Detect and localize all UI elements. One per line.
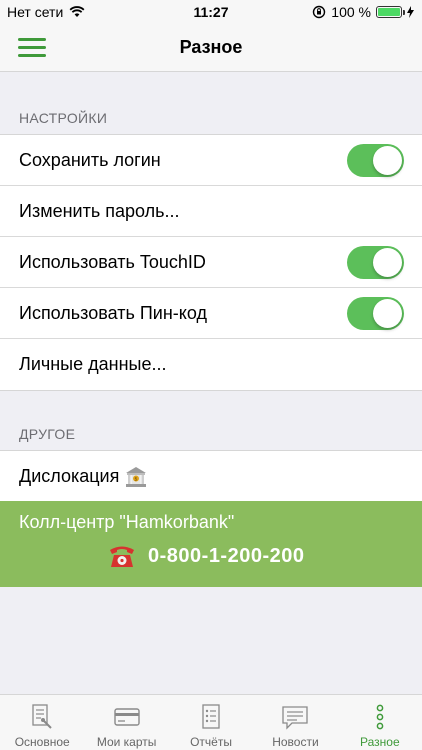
touchid-toggle[interactable]: [347, 246, 404, 279]
tab-reports[interactable]: Отчёты: [169, 695, 253, 750]
call-center-phone-row[interactable]: 0-800-1-200-200: [108, 543, 305, 569]
dislocation-label: Дислокация: [19, 466, 120, 486]
tab-main-label: Основное: [14, 735, 70, 749]
charging-icon: [407, 6, 414, 18]
section-header-settings: НАСТРОЙКИ: [19, 110, 108, 126]
more-dots-icon: [376, 704, 384, 730]
tab-my-cards-label: Мои карты: [96, 735, 157, 749]
report-icon: [202, 704, 220, 729]
change-password-label: Изменить пароль...: [19, 200, 180, 221]
tab-news-label: Новости: [272, 735, 319, 749]
tab-my-cards[interactable]: Мои карты: [84, 695, 168, 750]
tab-news[interactable]: Новости: [253, 695, 337, 750]
battery-icon: [376, 6, 405, 18]
touchid-row: Использовать TouchID: [0, 237, 422, 288]
touchid-label: Использовать TouchID: [19, 251, 206, 272]
personal-data-row[interactable]: Личные данные...: [0, 339, 422, 390]
status-bar: Нет сети 11:27 100 %: [0, 0, 422, 24]
news-icon: [282, 706, 309, 730]
settings-group: Сохранить логин Изменить пароль... Испол…: [0, 134, 422, 391]
navigation-bar: Разное: [0, 24, 422, 72]
tab-reports-label: Отчёты: [190, 735, 232, 749]
status-right: 100 %: [312, 4, 414, 20]
section-header-other: ДРУГОЕ: [19, 426, 76, 442]
pin-code-row: Использовать Пин-код: [0, 288, 422, 339]
dislocation-row[interactable]: Дислокация $: [0, 451, 422, 502]
save-login-label: Сохранить логин: [19, 149, 161, 170]
call-center-phone: 0-800-1-200-200: [148, 544, 305, 567]
rotation-lock-icon: [313, 5, 326, 19]
save-login-toggle[interactable]: [347, 144, 404, 177]
page-title: Разное: [179, 37, 243, 57]
pin-code-toggle[interactable]: [347, 297, 404, 330]
personal-data-label: Личные данные...: [19, 354, 167, 374]
telephone-icon: [110, 546, 134, 567]
battery-percent: 100 %: [331, 4, 371, 20]
call-center-title: Колл-центр "Hamkorbank": [19, 512, 235, 532]
other-group: Дислокация $: [0, 450, 422, 503]
call-center-banner[interactable]: Колл-центр "Hamkorbank" 0-800-1-200-200: [0, 501, 422, 587]
tab-bar: Основное Мои карты Отчёты Новости Разное: [0, 694, 422, 750]
battery-level: [378, 8, 400, 16]
tab-misc[interactable]: Разное: [338, 695, 422, 750]
change-password-row[interactable]: Изменить пароль...: [0, 186, 422, 237]
card-icon: [113, 708, 140, 726]
svg-text:$: $: [135, 476, 138, 482]
document-icon: [32, 704, 52, 729]
save-login-row: Сохранить логин: [0, 135, 422, 186]
tab-main[interactable]: Основное: [0, 695, 84, 750]
pin-code-label: Использовать Пин-код: [19, 302, 207, 323]
tab-misc-label: Разное: [360, 735, 400, 749]
bank-icon: $: [126, 466, 147, 487]
